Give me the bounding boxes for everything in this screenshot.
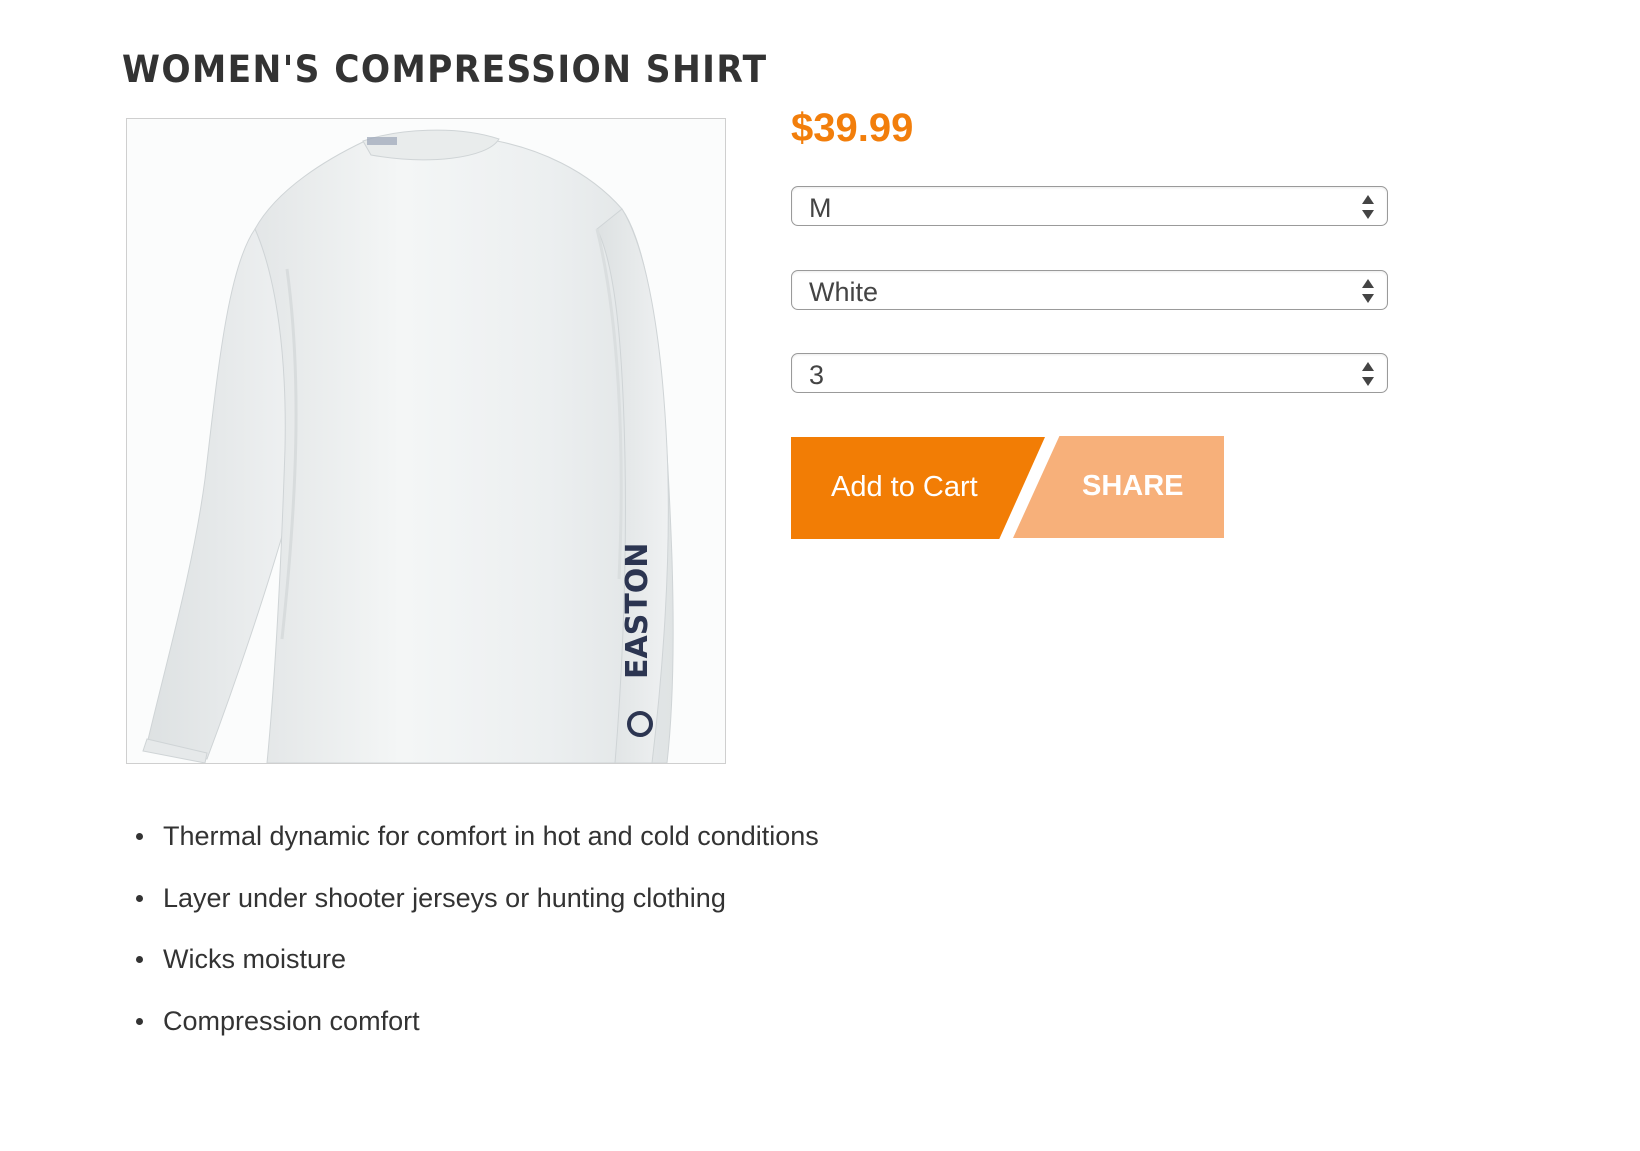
bullet-icon [136,833,143,840]
feature-text: Thermal dynamic for comfort in hot and c… [163,821,819,851]
size-select-value: M [809,193,832,223]
size-select[interactable]: M [791,186,1388,226]
add-to-cart-label: Add to Cart [831,471,978,503]
share-label: SHARE [1082,470,1184,502]
quantity-select[interactable]: 3 [791,353,1388,393]
feature-text: Wicks moisture [163,944,347,974]
page-title: WOMEN'S COMPRESSION SHIRT [122,48,768,91]
color-select-value: White [809,277,879,307]
add-to-cart-button[interactable]: Add to Cart [791,437,1045,539]
select-arrows-icon [1362,279,1374,303]
feature-text: Compression comfort [163,1005,420,1036]
shirt-illustration: EASTON [142,129,674,763]
product-page: WOMEN'S COMPRESSION SHIRT EASTON $39.99 … [0,0,1640,1151]
share-button[interactable]: SHARE [1013,436,1224,538]
select-arrows-icon [1362,195,1374,219]
quantity-select-value: 3 [809,360,825,390]
bullet-icon [136,956,143,963]
select-arrows-icon [1362,362,1374,386]
feature-list: Thermal dynamic for comfort in hot and c… [124,816,819,1062]
feature-text: Layer under shooter jerseys or hunting c… [163,882,726,913]
brand-mark: EASTON [620,543,655,679]
color-select[interactable]: White [791,270,1388,310]
list-item: Compression comfort [124,1001,819,1063]
product-image[interactable]: EASTON [126,118,726,764]
bullet-icon [136,1017,143,1025]
list-item: Thermal dynamic for comfort in hot and c… [124,816,819,878]
product-price: $39.99 [791,106,914,150]
bullet-icon [136,894,143,902]
list-item: Layer under shooter jerseys or hunting c… [124,878,819,940]
list-item: Wicks moisture [124,939,819,1001]
